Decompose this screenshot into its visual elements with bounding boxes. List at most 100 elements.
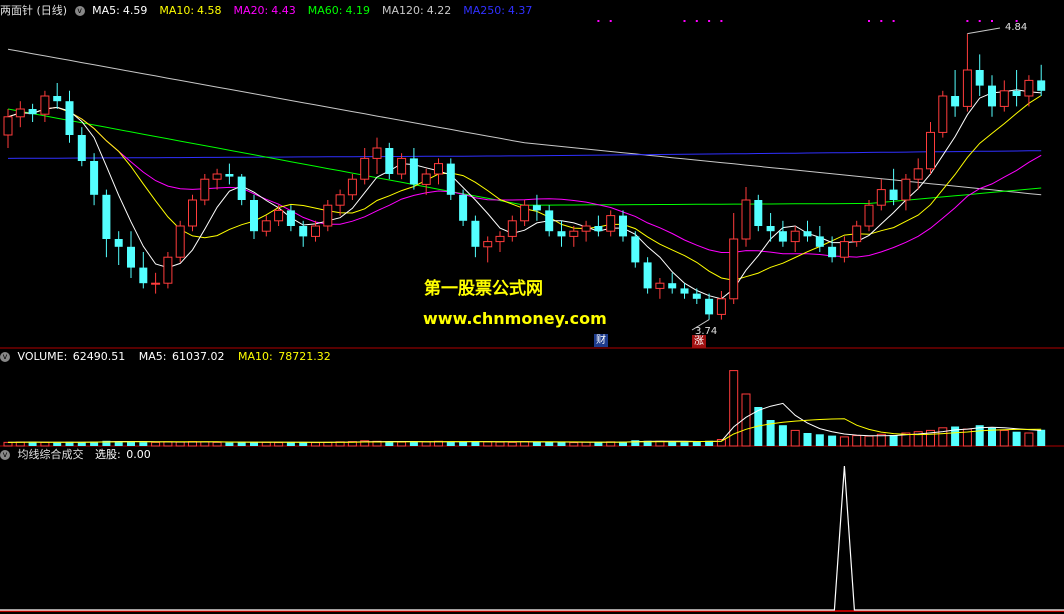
candle-body-up	[716, 298, 726, 315]
candle-body-up	[495, 235, 505, 243]
volume-bar-up	[421, 441, 431, 447]
signal-line	[0, 465, 1064, 611]
signal-marker	[683, 20, 686, 22]
candle-body-down	[409, 158, 418, 185]
candle-body-up	[311, 225, 320, 237]
candle-body-up	[520, 204, 530, 222]
ma-legend-value: 4.37	[507, 4, 533, 17]
volume-label: VOLUME:	[17, 350, 68, 363]
candle-body-up	[606, 215, 616, 232]
candle-body-up	[372, 147, 382, 159]
watermark-url: www.chnmoney.com	[423, 309, 607, 328]
volume-bar-up	[151, 441, 161, 447]
candle-body-down	[139, 267, 148, 284]
collapse-icon[interactable]: v	[0, 450, 10, 460]
collapse-icon[interactable]: v	[0, 352, 10, 362]
candle-body-up	[1024, 79, 1034, 97]
candle-body-down	[889, 189, 898, 200]
volume-bar-down	[446, 442, 455, 446]
volume-bar-down	[53, 442, 62, 446]
candle-body-up	[655, 282, 665, 289]
high-pointer	[967, 27, 1001, 35]
price-panel-title: 两面针 (日线)	[0, 4, 68, 17]
volume-bar-down	[139, 442, 148, 446]
volume-bar-down	[594, 442, 603, 446]
candle-body-up	[790, 230, 800, 243]
candle-body-down	[237, 176, 246, 200]
candle-body-down	[545, 210, 554, 232]
candle-body-up	[901, 178, 911, 201]
candle-body-up	[581, 225, 591, 232]
volume-ma5-value: 61037.02	[172, 350, 225, 363]
candle-body-down	[557, 231, 566, 237]
candle-body-up	[151, 282, 161, 285]
ma20-line	[7, 106, 1042, 258]
candle-body-down	[299, 226, 308, 237]
ma-legend-item: MA250: 4.37	[463, 4, 536, 17]
candle-body-down	[594, 226, 603, 232]
limit-up-event-tag[interactable]: 涨	[692, 335, 706, 348]
candle-body-up	[274, 209, 284, 222]
signal-label: 选股:	[95, 448, 121, 461]
ma-legend-label: MA60:	[307, 4, 343, 17]
volume-bars	[3, 370, 1046, 447]
volume-bar-up	[839, 436, 849, 447]
candle-body-down	[102, 194, 111, 239]
candle-body-down	[459, 194, 468, 221]
candle-body-down	[828, 246, 837, 258]
candle-body-down	[1012, 90, 1021, 96]
candle-body-down	[90, 161, 99, 195]
volume-bar-up	[311, 442, 320, 447]
candle-body-down	[127, 246, 135, 268]
watermark-title: 第一股票公式网	[424, 279, 543, 299]
candle-body-up	[913, 168, 923, 180]
volume-bar-down	[803, 433, 812, 446]
volume-bar-up	[212, 441, 222, 447]
signal-marker	[868, 20, 870, 22]
volume-bar-down	[557, 442, 566, 446]
volume-bar-down	[815, 434, 824, 446]
ma-legend-label: MA20:	[233, 4, 269, 17]
candle-body-down	[803, 231, 812, 237]
volume-ma5-line	[7, 402, 1042, 443]
candle-body-up	[347, 178, 357, 196]
volume-bar-down	[225, 442, 234, 446]
candle-body-down	[680, 288, 689, 294]
candle-body-down	[766, 226, 775, 232]
candle-body-down	[692, 293, 701, 299]
signal-marker	[708, 20, 711, 22]
candle-body-up	[938, 95, 948, 133]
signal-marker	[880, 20, 883, 22]
stock-chart[interactable]	[0, 0, 1064, 614]
volume-bar-up	[507, 441, 517, 447]
volume-ma10-label: MA10:	[238, 350, 273, 363]
candle-body-up	[3, 116, 13, 136]
ma10-line	[7, 95, 1042, 281]
volume-bar-up	[1024, 432, 1034, 447]
collapse-icon[interactable]: v	[74, 6, 85, 16]
volume-panel-header: v VOLUME: 62490.51 MA5: 61037.02 MA10: 7…	[0, 349, 335, 365]
volume-bar-up	[175, 441, 185, 447]
volume-bar-up	[864, 435, 874, 447]
finance-event-tag[interactable]: 财	[594, 334, 608, 347]
candle-body-down	[668, 283, 677, 289]
volume-ma10-value: 78721.32	[278, 350, 331, 363]
volume-bar-down	[127, 441, 135, 446]
candle-body-up	[852, 225, 862, 243]
candle-body-up	[261, 220, 271, 232]
candle-body-up	[741, 199, 751, 240]
candle-body-down	[705, 298, 714, 315]
volume-bar-up	[200, 441, 210, 447]
candle-body-up	[163, 256, 173, 284]
ma-legend: MA5: 4.59 MA10: 4.58 MA20: 4.43 MA60: 4.19 MA120…	[92, 4, 544, 17]
volume-value: 62490.51	[72, 350, 126, 363]
volume-bar-down	[778, 425, 787, 446]
candle-body-up	[397, 157, 407, 175]
candle-body-down	[53, 96, 62, 102]
signal-spike	[0, 465, 1064, 611]
ma-legend-label: MA120:	[381, 4, 424, 17]
volume-bar-up	[852, 435, 862, 447]
candle-body-down	[631, 236, 640, 263]
volume-bar-down	[459, 441, 468, 446]
ma120-line	[7, 48, 1042, 196]
